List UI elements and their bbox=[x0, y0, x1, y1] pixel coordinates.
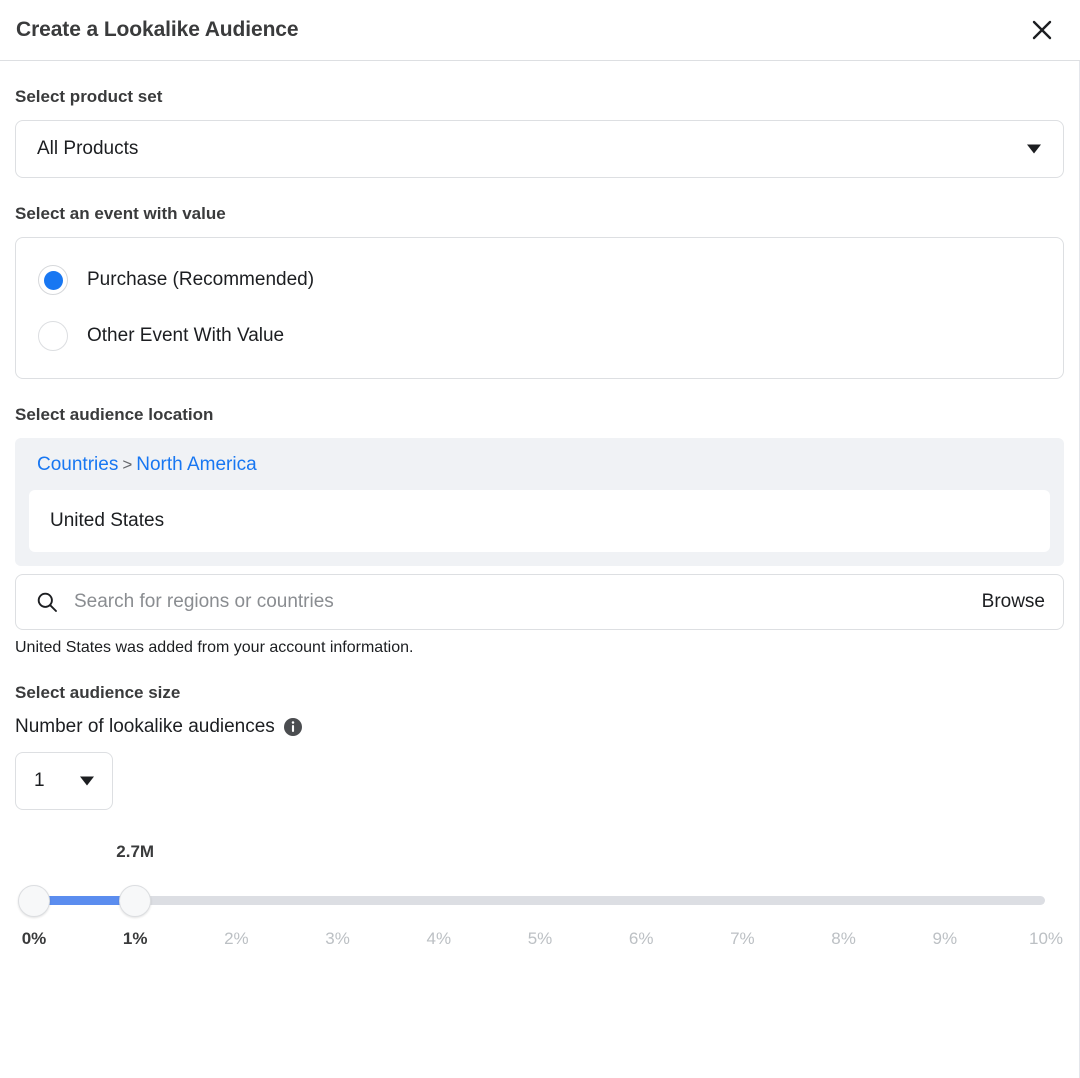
slider-tick-1: 1% bbox=[122, 929, 148, 948]
slider-handle-start[interactable] bbox=[18, 885, 50, 917]
radio-label-other-event: Other Event With Value bbox=[87, 325, 285, 346]
event-radio-group: Purchase (Recommended) Other Event With … bbox=[15, 237, 1064, 379]
location-item-united-states[interactable]: United States bbox=[29, 490, 1050, 552]
slider-tick-0: 0% bbox=[21, 929, 47, 948]
breadcrumb-north-america[interactable]: North America bbox=[136, 454, 256, 475]
audience-location-label: Select audience location bbox=[15, 405, 214, 424]
product-set-value: All Products bbox=[37, 138, 139, 159]
slider-tick-7: 7% bbox=[730, 929, 755, 948]
slider-tick-3: 3% bbox=[325, 929, 350, 948]
create-lookalike-audience-dialog: Create a Lookalike Audience Select produ… bbox=[0, 0, 1080, 1078]
radio-icon-selected bbox=[38, 265, 68, 295]
info-icon[interactable] bbox=[283, 718, 302, 736]
chevron-down-icon bbox=[1027, 144, 1041, 154]
lookalike-count-label-text: Number of lookalike audiences bbox=[15, 716, 275, 737]
audience-size-section: Select audience size Number of lookalike… bbox=[15, 657, 1064, 948]
audience-size-slider: 2.7M 0% 1% 2% 3% 4% 5% 6% 7% 8% 9% 10% bbox=[15, 842, 1064, 948]
slider-tick-4: 4% bbox=[426, 929, 452, 948]
dialog-header: Create a Lookalike Audience bbox=[0, 0, 1080, 61]
breadcrumb-separator: > bbox=[122, 455, 133, 474]
breadcrumb-countries[interactable]: Countries bbox=[37, 454, 118, 475]
browse-button[interactable]: Browse bbox=[970, 591, 1045, 613]
slider-tick-9: 9% bbox=[932, 929, 958, 948]
chevron-down-icon bbox=[80, 776, 94, 786]
slider-handle-end[interactable] bbox=[119, 885, 152, 917]
breadcrumb: Countries > North America bbox=[29, 454, 1050, 476]
close-button[interactable] bbox=[1026, 14, 1058, 46]
audience-size-label: Select audience size bbox=[15, 683, 181, 702]
product-set-section: Select product set All Products bbox=[15, 61, 1064, 178]
slider-tick-6: 6% bbox=[628, 929, 654, 948]
page-title: Create a Lookalike Audience bbox=[16, 18, 299, 41]
slider-tick-10: 10% bbox=[1028, 929, 1064, 948]
slider-value-bubble: 2.7M bbox=[116, 842, 155, 861]
slider-tick-labels: 0% 1% 2% 3% 4% 5% 6% 7% 8% 9% 10% bbox=[15, 929, 1064, 953]
audience-location-section: Select audience location Countries > North… bbox=[15, 379, 1064, 657]
dialog-body: Select product set All Products Select a… bbox=[0, 61, 1080, 1078]
search-input[interactable] bbox=[72, 590, 970, 614]
product-set-select[interactable]: All Products bbox=[15, 120, 1064, 178]
radio-option-other-event[interactable]: Other Event With Value bbox=[16, 308, 1063, 364]
slider-tick-8: 8% bbox=[831, 929, 856, 948]
location-item-label: United States bbox=[50, 510, 165, 531]
event-label: Select an event with value bbox=[15, 204, 226, 223]
location-panel: Countries > North America United States bbox=[15, 438, 1064, 566]
lookalike-count-label: Number of lookalike audiences bbox=[15, 716, 1064, 738]
radio-icon-unselected bbox=[38, 321, 68, 351]
lookalike-count-value: 1 bbox=[34, 770, 45, 791]
radio-label-purchase: Purchase (Recommended) bbox=[87, 269, 315, 290]
location-search-bar: Browse bbox=[15, 574, 1064, 630]
slider-tick-2: 2% bbox=[224, 929, 249, 948]
close-icon bbox=[1031, 19, 1053, 41]
location-helper-text: United States was added from your accoun… bbox=[15, 639, 414, 656]
lookalike-count-select[interactable]: 1 bbox=[15, 752, 113, 810]
search-icon bbox=[36, 591, 58, 613]
event-section: Select an event with value Purchase (Rec… bbox=[15, 178, 1064, 379]
radio-option-purchase[interactable]: Purchase (Recommended) bbox=[16, 252, 1063, 308]
product-set-label: Select product set bbox=[15, 87, 163, 106]
slider-track[interactable] bbox=[34, 896, 1045, 905]
slider-tick-5: 5% bbox=[527, 929, 553, 948]
